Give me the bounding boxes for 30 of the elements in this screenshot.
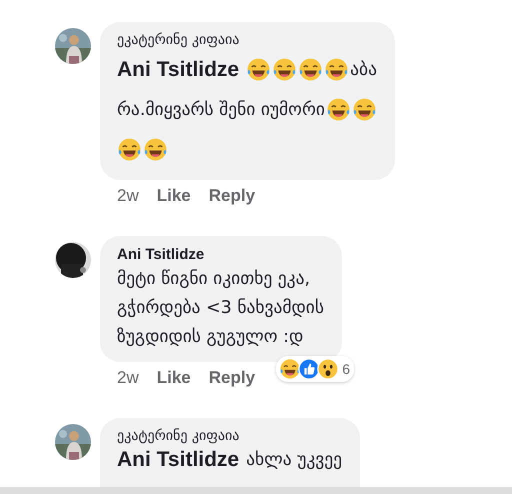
action-link[interactable]: Reply — [208, 368, 256, 388]
laughing-emoji-icon — [298, 57, 324, 82]
comment-text: აბა — [350, 58, 377, 82]
surprised-emoji-icon — [317, 358, 340, 380]
laughing-emoji-icon — [324, 57, 350, 82]
reaction-summary[interactable]: 6 — [276, 356, 354, 382]
mention-link[interactable]: Ani Tsitlidze — [117, 447, 240, 473]
comment-text: ახლა უკვეე — [246, 449, 342, 472]
action-link[interactable]: Like — [156, 186, 191, 206]
laughing-emoji-icon — [279, 358, 302, 380]
comment-text: გჭირდება <3 ნახვამდის — [117, 297, 324, 320]
action-link[interactable]: Like — [156, 368, 191, 388]
laughing-emoji-icon — [117, 137, 142, 162]
timestamp: 2w — [117, 368, 139, 388]
action-link[interactable]: Reply — [208, 186, 256, 206]
laughing-emoji-icon — [143, 137, 168, 162]
laughing-emoji-icon — [326, 97, 351, 122]
thumbs-up-icon — [298, 358, 320, 380]
mention-link[interactable]: Ani Tsitlidze — [117, 56, 240, 82]
author-name[interactable]: ეკატერინე კიფაია — [117, 428, 342, 444]
author-name[interactable]: Ani Tsitlidze — [117, 246, 324, 263]
laughing-emoji-icon — [352, 97, 377, 122]
timestamp: 2w — [117, 186, 139, 206]
comment-text: რა.მიყვარს შენი იუმორი — [117, 98, 325, 122]
laughing-emoji-icon — [272, 57, 298, 82]
author-name[interactable]: ეკატერინე კიფაია — [117, 32, 377, 48]
comment-text: ზუგდიდის გუგულო :დ — [117, 326, 304, 349]
comment-text: მეტი წიგნი იკითხე ეკა, — [117, 268, 310, 291]
reaction-count: 6 — [342, 361, 350, 377]
laughing-emoji-icon — [246, 57, 272, 82]
